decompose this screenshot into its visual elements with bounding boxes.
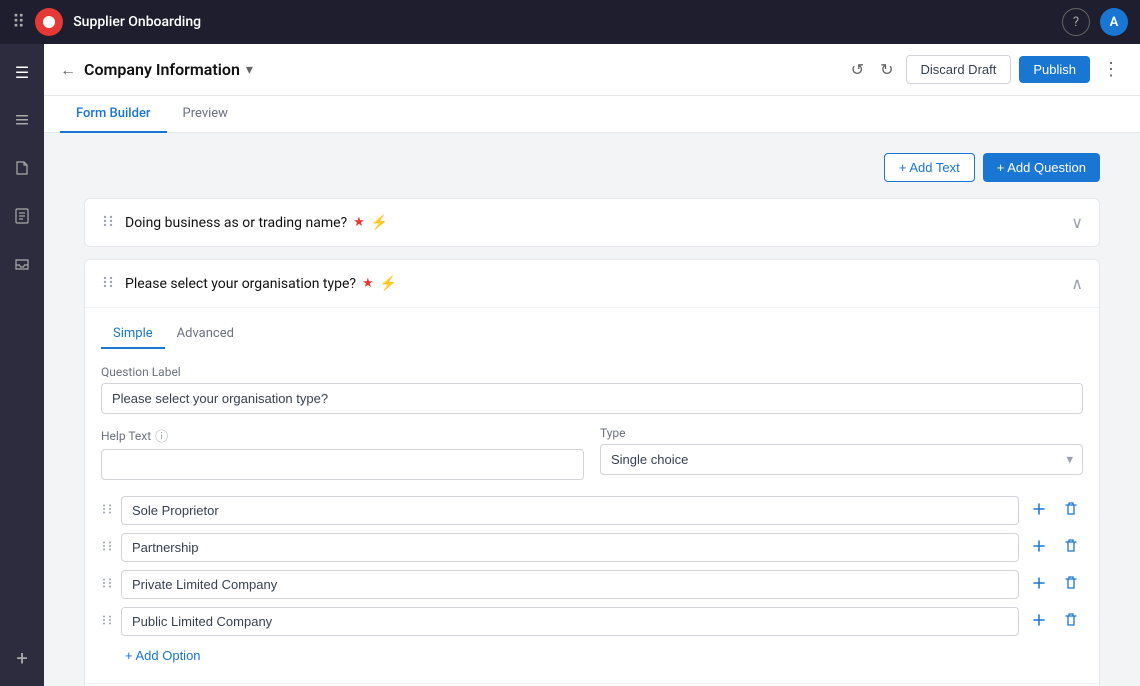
avatar[interactable]: A <box>1100 8 1128 36</box>
option-delete-4[interactable] <box>1059 610 1083 634</box>
option-input-2[interactable] <box>121 533 1019 562</box>
app-logo <box>35 8 63 36</box>
page-title: Company Information <box>84 60 240 79</box>
sidebar-icon-file[interactable] <box>6 200 38 232</box>
collapse-toggle-2[interactable]: ∧ <box>1071 274 1083 293</box>
form-toolbar: + Add Text + Add Question <box>84 153 1100 182</box>
help-info-icon: ⓘ <box>155 426 168 445</box>
option-input-4[interactable] <box>121 607 1019 636</box>
condition-icon-2: ⚡ <box>380 276 397 292</box>
option-row-4 <box>101 607 1083 636</box>
option-drag-3 <box>101 577 113 593</box>
option-drag-2 <box>101 540 113 556</box>
sidebar-icon-inbox[interactable] <box>6 248 38 280</box>
header-actions: ↺ ↻ Discard Draft Publish ⋮ <box>847 55 1124 84</box>
question-label-label: Question Label <box>101 365 1083 379</box>
option-row-2 <box>101 533 1083 562</box>
inner-tab-advanced[interactable]: Advanced <box>165 320 246 349</box>
required-star-2: ★ <box>362 276 374 291</box>
question-card-2: Please select your organisation type? ★ … <box>84 259 1100 686</box>
add-option-button[interactable]: + Add Option <box>125 644 201 667</box>
tab-preview[interactable]: Preview <box>167 96 244 133</box>
sidebar-add-icon[interactable]: + <box>6 642 38 674</box>
question-label-input[interactable] <box>101 383 1083 414</box>
option-expand-2[interactable] <box>1027 536 1051 560</box>
option-drag-4 <box>101 614 113 630</box>
option-row-1 <box>101 496 1083 525</box>
inner-tabs: Simple Advanced <box>101 320 1083 349</box>
type-select[interactable]: Single choice Multiple choice Dropdown <box>600 444 1083 475</box>
question-header-1[interactable]: Doing business as or trading name? ★ ⚡ ∨ <box>85 199 1099 246</box>
header-bar: ← Company Information ▾ ↺ ↻ Discard Draf… <box>44 44 1140 96</box>
form-area: + Add Text + Add Question <box>44 133 1140 686</box>
condition-icon-1: ⚡ <box>371 215 388 231</box>
type-label: Type <box>600 426 1083 440</box>
undo-button[interactable]: ↺ <box>847 56 868 84</box>
discard-draft-button[interactable]: Discard Draft <box>906 55 1012 84</box>
option-delete-1[interactable] <box>1059 499 1083 523</box>
drag-handle-2 <box>101 275 115 293</box>
question-body-2: Simple Advanced Question Label Help Text <box>85 307 1099 683</box>
collapse-toggle-1[interactable]: ∨ <box>1071 213 1083 232</box>
required-star-1: ★ <box>353 215 365 230</box>
tab-form-builder[interactable]: Form Builder <box>60 96 167 133</box>
tabs-bar: Form Builder Preview <box>44 96 1140 133</box>
add-text-button[interactable]: + Add Text <box>884 153 975 182</box>
title-dropdown-icon[interactable]: ▾ <box>246 62 253 78</box>
options-list <box>101 496 1083 636</box>
option-row-3 <box>101 570 1083 599</box>
sidebar-icon-doc[interactable] <box>6 152 38 184</box>
help-icon[interactable]: ? <box>1062 8 1090 36</box>
question-card-1: Doing business as or trading name? ★ ⚡ ∨ <box>84 198 1100 247</box>
question-header-2[interactable]: Please select your organisation type? ★ … <box>85 260 1099 307</box>
option-input-3[interactable] <box>121 570 1019 599</box>
option-expand-4[interactable] <box>1027 610 1051 634</box>
publish-button[interactable]: Publish <box>1019 56 1090 83</box>
option-delete-2[interactable] <box>1059 536 1083 560</box>
app-title: Supplier Onboarding <box>73 14 201 30</box>
question-label-field: Question Label <box>101 365 1083 414</box>
option-delete-3[interactable] <box>1059 573 1083 597</box>
main-layout: ☰ <box>0 44 1140 686</box>
option-expand-3[interactable] <box>1027 573 1051 597</box>
grid-icon[interactable]: ⠿ <box>12 12 25 33</box>
question-label-1: Doing business as or trading name? ★ ⚡ <box>125 215 1071 231</box>
content-area: ← Company Information ▾ ↺ ↻ Discard Draf… <box>44 44 1140 686</box>
option-input-1[interactable] <box>121 496 1019 525</box>
left-sidebar: ☰ <box>0 44 44 686</box>
option-expand-1[interactable] <box>1027 499 1051 523</box>
help-type-row: Help Text ⓘ Type Single choice Multiple … <box>101 426 1083 480</box>
add-question-button[interactable]: + Add Question <box>983 153 1100 182</box>
type-select-wrapper: Single choice Multiple choice Dropdown ▾ <box>600 444 1083 475</box>
help-text-label: Help Text ⓘ <box>101 426 584 445</box>
drag-handle-1 <box>101 214 115 232</box>
help-text-input[interactable] <box>101 449 584 480</box>
sidebar-icon-menu[interactable]: ☰ <box>6 56 38 88</box>
option-drag-1 <box>101 503 113 519</box>
type-field: Type Single choice Multiple choice Dropd… <box>600 426 1083 480</box>
question-label-2: Please select your organisation type? ★ … <box>125 276 1071 292</box>
header-more-button[interactable]: ⋮ <box>1098 55 1124 84</box>
top-nav: ⠿ Supplier Onboarding ? A <box>0 0 1140 44</box>
help-text-field: Help Text ⓘ <box>101 426 584 480</box>
redo-button[interactable]: ↻ <box>876 56 897 84</box>
back-button[interactable]: ← <box>60 60 76 80</box>
inner-tab-simple[interactable]: Simple <box>101 320 165 349</box>
sidebar-icon-list[interactable] <box>6 104 38 136</box>
